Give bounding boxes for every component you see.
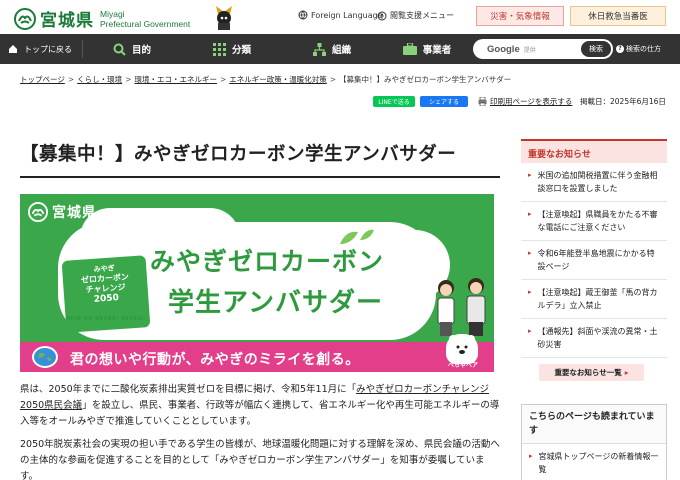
site-search: Google 提供 検索 (473, 39, 613, 59)
grid-icon (212, 42, 226, 56)
search-howto-link[interactable]: ? 検索の仕方 (616, 44, 661, 54)
breadcrumb-home[interactable]: トップページ (20, 75, 65, 84)
nav-purpose-label: 目的 (131, 45, 151, 56)
global-nav: トップに戻る 目的 分類 組織 事業者 Google 提供 検索 ? 検索の仕方 (0, 34, 680, 64)
reading-support-link[interactable]: 閲覧支援メニュー (377, 10, 454, 21)
help-icon: ? (616, 45, 624, 53)
notice-item[interactable]: ▸ 【注意喚起】蔵王御釜「馬の背カルデラ」立入禁止 (521, 280, 667, 319)
breadcrumb-living[interactable]: くらし・環境 (77, 75, 122, 84)
prefecture-emblem-icon (14, 7, 36, 30)
nav-divider (82, 40, 83, 58)
line-share-button[interactable]: LINEで送る (373, 96, 415, 107)
page-title: 【募集中！】みやぎゼロカーボン学生アンバサダー (20, 144, 457, 165)
site-logo[interactable]: 宮城県 Miyagi Prefectural Government (14, 6, 190, 31)
banner-headline-1: みやぎゼロカーボン (150, 247, 385, 276)
notice-item[interactable]: ▸ 米国の追加関税措置に伴う金融相談窓口を設置しました (521, 163, 667, 202)
notice-item-label: 米国の追加関税措置に伴う金融相談窓口を設置しました (537, 171, 658, 193)
nav-purpose[interactable]: 目的 (84, 34, 180, 64)
globe-icon (298, 10, 308, 20)
notice-item[interactable]: ▸ 令和6年能登半島地震にかかる特設ページ (521, 241, 667, 280)
important-notices: 重要なお知らせ ▸ 米国の追加関税措置に伴う金融相談窓口を設置しました ▸ 【注意喚… (521, 139, 667, 358)
chevron-right-icon: ▸ (528, 171, 532, 179)
disaster-info-button[interactable]: 災害・気象情報 (476, 6, 564, 26)
logo-text: 宮城県 (40, 11, 94, 31)
holiday-emergency-button[interactable]: 休日救急当番医 (570, 6, 666, 26)
reading-support-label: 閲覧支援メニュー (390, 11, 454, 20)
logo-english-line2: Prefectural Government (100, 18, 191, 29)
purpose-paragraph: 2050年脱炭素社会の実現の担い手である学生の皆様が、地球温暖化問題に対する理解… (20, 439, 500, 480)
also-read-heading: こちらのページも読まれています (522, 405, 666, 444)
important-notices-more-label: 重要なお知らせ一覧 (554, 368, 622, 377)
important-notices-heading: 重要なお知らせ (521, 139, 667, 163)
nav-business[interactable]: 事業者 (384, 34, 470, 64)
students-illustration (437, 278, 486, 336)
breadcrumb-separator: > (219, 75, 227, 84)
banner-logo: 宮城県 (28, 202, 97, 222)
breadcrumb-current: 【募集中！】みやぎゼロカーボン学生アンバサダー (339, 75, 512, 84)
search-button[interactable]: 検索 (581, 41, 611, 57)
published-date: 掲載日：2025年6月16日 (580, 97, 666, 106)
chevron-right-icon: ▸ (528, 210, 532, 218)
breadcrumb-separator: > (125, 75, 132, 84)
nav-top[interactable]: トップに戻る (0, 34, 80, 64)
home-icon (9, 45, 17, 53)
banner-logo-text: 宮城県 (52, 205, 97, 221)
print-page-link[interactable]: 印刷用ページを表示する (478, 96, 572, 107)
also-read-item-label: 宮城県トップページの新着情報一覧 (538, 452, 659, 474)
ambassador-banner: 宮城県 みやぎ ゼロカーボン チャレンジ 2050 NOW OR NEVER! … (20, 194, 494, 372)
breadcrumb: トップページ > くらし・環境 > 環境・エコ・エネルギー > エネルギー政策・温暖化対策 >… (20, 74, 511, 85)
intro-text-b: 」を設立し、県民、事業者、行政等が幅広く連携して、省エネルギー化や再生可能エネル… (20, 400, 500, 427)
chevron-right-icon: ▸ (529, 452, 533, 460)
notice-item-label: 【注意喚起】県職員をかたる不審な電話にご注意ください (537, 210, 658, 232)
intro-text-a: 県は、2050年までに二酸化炭素排出実質ゼロを目標に掲げ、令和5年11月に「 (20, 384, 357, 395)
printer-icon (478, 97, 487, 106)
breadcrumb-environment[interactable]: 環境・エコ・エネルギー (134, 75, 217, 84)
facebook-share-button[interactable]: シェアする (420, 96, 468, 107)
site-header: 宮城県 Miyagi Prefectural Government Foreig… (0, 0, 680, 34)
also-read-item[interactable]: ▸ 宮城県トップページの新着情報一覧 (522, 444, 666, 480)
logo-english: Miyagi Prefectural Government (100, 9, 190, 29)
prefecture-emblem-icon (28, 202, 48, 222)
important-notices-more-button[interactable]: 重要なお知らせ一覧 ▸ (539, 364, 644, 381)
notice-item-label: 令和6年能登半島地震にかかる特設ページ (537, 249, 655, 271)
accessibility-icon (377, 11, 387, 20)
magnifier-icon (113, 43, 126, 56)
earth-icon (32, 346, 58, 368)
nav-organization-label: 組織 (331, 45, 351, 56)
search-logo-text: Google (487, 43, 520, 55)
banner-tagline: 君の想いや行動が、みやぎのミライを創る。 (70, 352, 360, 368)
badge-subtitle: NOW OR NEVER! MIYAGI (66, 316, 145, 322)
foreign-language-label: Foreign Language (311, 10, 383, 20)
search-howto-label: 検索の仕方 (626, 45, 661, 53)
also-read-box: こちらのページも読まれています ▸ 宮城県トップページの新着情報一覧 (521, 404, 667, 480)
chevron-right-icon: ▸ (528, 327, 532, 335)
nav-organization[interactable]: 組織 (284, 34, 380, 64)
notice-item[interactable]: ▸ 【通報先】斜面や渓流の異常・土砂災害 (521, 319, 667, 358)
notice-item[interactable]: ▸ 【注意喚起】県職員をかたる不審な電話にご注意ください (521, 202, 667, 241)
notice-item-label: 【通報先】斜面や渓流の異常・土砂災害 (537, 327, 658, 349)
title-divider (20, 176, 500, 178)
chevron-right-icon: ▸ (528, 288, 532, 296)
intro-paragraph: 県は、2050年までに二酸化炭素排出実質ゼロを目標に掲げ、令和5年11月に「みや… (20, 382, 500, 430)
mascot-name: ぺちゃベア (448, 362, 479, 369)
chevron-right-icon: ▸ (528, 249, 532, 257)
search-logo: Google (487, 44, 520, 55)
breadcrumb-separator: > (329, 75, 337, 84)
breadcrumb-energy[interactable]: エネルギー政策・温暖化対策 (229, 75, 327, 84)
org-chart-icon (312, 42, 326, 56)
print-page-label: 印刷用ページを表示する (490, 97, 573, 106)
logo-english-line1: Miyagi (100, 8, 125, 19)
banner-headline-2: 学生アンバサダー (168, 288, 383, 318)
notice-item-label: 【注意喚起】蔵王御釜「馬の背カルデラ」立入禁止 (537, 288, 658, 310)
nav-top-label: トップに戻る (24, 44, 72, 54)
mascot-icon (216, 6, 232, 30)
foreign-language-link[interactable]: Foreign Language (298, 10, 383, 20)
nav-category[interactable]: 分類 (184, 34, 280, 64)
search-input[interactable]: 提供 (524, 45, 536, 54)
nav-business-label: 事業者 (422, 45, 452, 56)
nav-category-label: 分類 (231, 45, 251, 56)
briefcase-icon (402, 43, 417, 55)
chevron-right-icon: ▸ (624, 368, 629, 377)
breadcrumb-separator: > (67, 75, 75, 84)
